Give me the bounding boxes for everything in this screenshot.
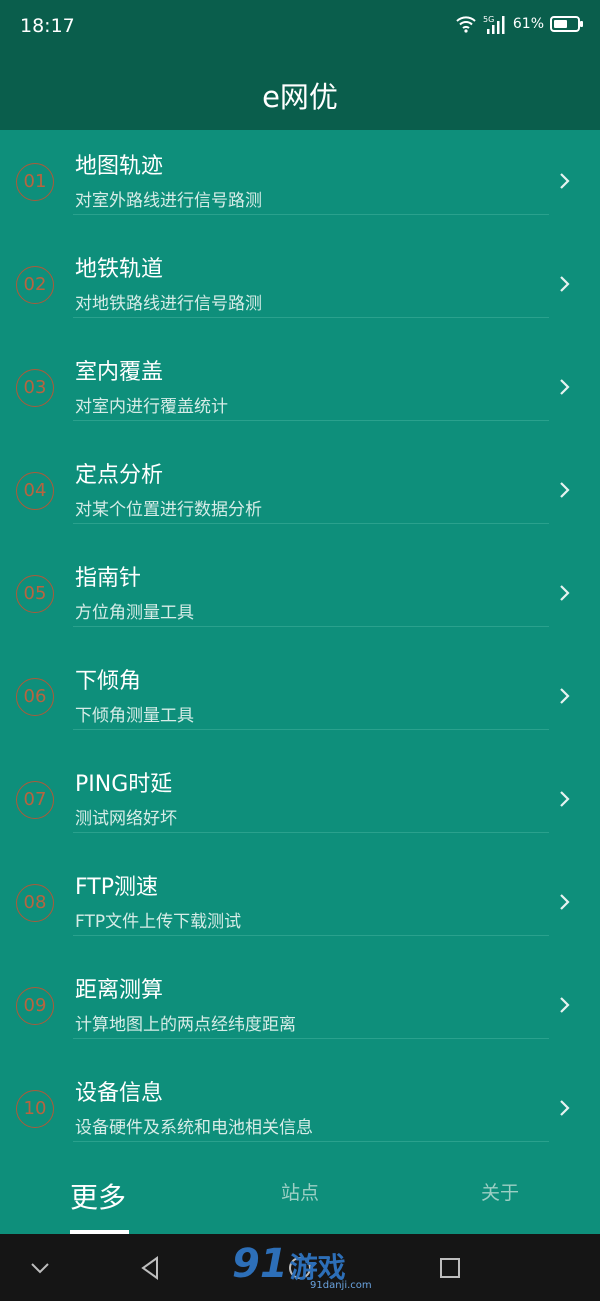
chevron-right-icon: [560, 379, 570, 395]
watermark-91: 91: [232, 1241, 288, 1287]
item-title: 距离测算: [75, 978, 164, 1003]
menu-item-distance-calc[interactable]: 09 距离测算 计算地图上的两点经纬度距离: [0, 954, 600, 1057]
item-subtitle: 对室外路线进行信号路测: [75, 191, 262, 211]
menu-item-subway-track[interactable]: 02 地铁轨道 对地铁路线进行信号路测: [0, 233, 600, 336]
divider: [73, 317, 549, 318]
bottom-tab-bar: 更多 站点 关于: [0, 1160, 600, 1234]
number-badge: 05: [16, 575, 54, 613]
number-badge: 04: [16, 472, 54, 510]
divider: [73, 214, 549, 215]
menu-item-compass[interactable]: 05 指南针 方位角测量工具: [0, 542, 600, 645]
chevron-right-icon: [560, 997, 570, 1013]
tab-sites[interactable]: 站点: [281, 1178, 319, 1205]
menu-item-downtilt[interactable]: 06 下倾角 下倾角测量工具: [0, 645, 600, 748]
item-subtitle: 对某个位置进行数据分析: [75, 500, 262, 520]
battery-fill: [554, 20, 567, 28]
chevron-right-icon: [560, 276, 570, 292]
item-title: 地铁轨道: [75, 257, 164, 282]
back-icon[interactable]: [137, 1254, 165, 1282]
signal-icon: 5G: [483, 15, 505, 34]
divider: [73, 1038, 549, 1039]
app-header: e网优: [0, 56, 600, 130]
item-subtitle: 下倾角测量工具: [75, 706, 194, 726]
menu-item-ping-latency[interactable]: 07 PING时延 测试网络好坏: [0, 748, 600, 851]
page-title: e网优: [262, 80, 338, 114]
svg-text:5G: 5G: [483, 15, 494, 24]
watermark-url: 91danji.com: [310, 1280, 372, 1291]
battery-icon: [550, 16, 583, 32]
menu-item-indoor-coverage[interactable]: 03 室内覆盖 对室内进行覆盖统计: [0, 336, 600, 439]
item-title: 下倾角: [75, 669, 142, 694]
number-badge: 08: [16, 884, 54, 922]
item-title: PING时延: [75, 772, 173, 797]
recents-icon[interactable]: [436, 1254, 464, 1282]
number-badge: 07: [16, 781, 54, 819]
number-badge: 09: [16, 987, 54, 1025]
chevron-right-icon: [560, 1100, 570, 1116]
divider: [73, 626, 549, 627]
menu-list: 01 地图轨迹 对室外路线进行信号路测 02 地铁轨道 对地铁路线进行信号路测 …: [0, 130, 600, 1160]
menu-item-map-track[interactable]: 01 地图轨迹 对室外路线进行信号路测: [0, 130, 600, 233]
divider: [73, 935, 549, 936]
divider: [73, 832, 549, 833]
chevron-right-icon: [560, 585, 570, 601]
chevron-right-icon: [560, 688, 570, 704]
wifi-icon: [456, 16, 476, 33]
item-title: FTP测速: [75, 875, 158, 900]
item-subtitle: FTP文件上传下载测试: [75, 912, 242, 932]
menu-item-point-analysis[interactable]: 04 定点分析 对某个位置进行数据分析: [0, 439, 600, 542]
number-badge: 01: [16, 163, 54, 201]
menu-item-device-info[interactable]: 10 设备信息 设备硬件及系统和电池相关信息: [0, 1057, 600, 1160]
number-badge: 10: [16, 1090, 54, 1128]
item-title: 室内覆盖: [75, 360, 164, 385]
item-subtitle: 对地铁路线进行信号路测: [75, 294, 262, 314]
status-icons: 5G 61%: [455, 14, 583, 34]
item-subtitle: 方位角测量工具: [75, 603, 194, 623]
divider: [73, 729, 549, 730]
number-badge: 02: [16, 266, 54, 304]
chevron-down-icon[interactable]: [26, 1254, 54, 1282]
item-title: 指南针: [75, 566, 142, 591]
item-title: 设备信息: [75, 1081, 164, 1106]
chevron-right-icon: [560, 482, 570, 498]
number-badge: 06: [16, 678, 54, 716]
status-time: 18:17: [20, 15, 75, 37]
screen: 18:17 5G 61% e网优 01 地图轨迹 对室外路线进行信号路测 02 …: [0, 0, 600, 1301]
chevron-right-icon: [560, 894, 570, 910]
chevron-right-icon: [560, 791, 570, 807]
chevron-right-icon: [560, 173, 570, 189]
tab-more[interactable]: 更多: [70, 1176, 126, 1216]
number-badge: 03: [16, 369, 54, 407]
item-title: 定点分析: [75, 463, 164, 488]
item-subtitle: 测试网络好坏: [75, 809, 177, 829]
watermark-logo: 91 游戏 91danji.com: [232, 1241, 372, 1291]
menu-item-ftp-speed[interactable]: 08 FTP测速 FTP文件上传下载测试: [0, 851, 600, 954]
item-title: 地图轨迹: [75, 154, 164, 179]
tab-about[interactable]: 关于: [481, 1178, 519, 1205]
divider: [73, 1141, 549, 1142]
divider: [73, 523, 549, 524]
item-subtitle: 对室内进行覆盖统计: [75, 397, 228, 417]
battery-level: 61%: [512, 16, 544, 32]
item-subtitle: 设备硬件及系统和电池相关信息: [75, 1118, 313, 1138]
item-subtitle: 计算地图上的两点经纬度距离: [75, 1015, 296, 1035]
status-bar: 18:17 5G 61%: [0, 0, 600, 56]
divider: [73, 420, 549, 421]
